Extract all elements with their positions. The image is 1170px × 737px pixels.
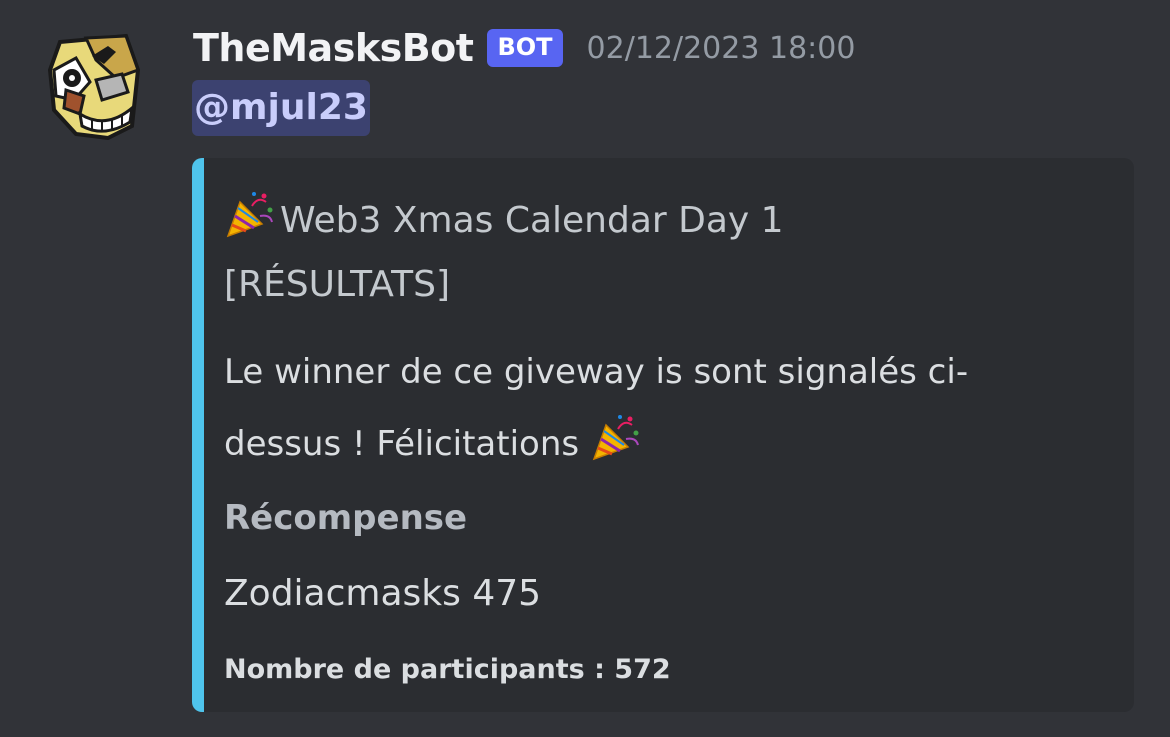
embed-field-value: Zodiacmasks 475 [224, 573, 542, 614]
message-header: TheMasksBot BOT 02/12/2023 18:00 [193, 22, 855, 74]
user-mention[interactable]: @mjul23 [192, 80, 370, 136]
author-username[interactable]: TheMasksBot [193, 26, 474, 70]
bot-avatar[interactable] [46, 30, 144, 141]
embed-title-text: Web3 Xmas Calendar Day 1 [RÉSULTATS] [224, 200, 784, 305]
embed-accent-bar [192, 158, 204, 712]
message-timestamp[interactable]: 02/12/2023 18:00 [587, 31, 856, 66]
chat-message: TheMasksBot BOT 02/12/2023 18:00 @mjul23… [0, 0, 1170, 737]
party-popper-icon [226, 192, 273, 238]
embed-description: Le winner de ce giveway is sont signalés… [224, 336, 1064, 480]
embed-title: Web3 Xmas Calendar Day 1 [RÉSULTATS] [224, 188, 884, 317]
embed-footer: Nombre de participants : 572 [224, 654, 671, 685]
rich-embed: Web3 Xmas Calendar Day 1 [RÉSULTATS] Le … [192, 158, 1134, 712]
bot-badge: BOT [487, 29, 563, 67]
embed-field-name: Récompense [224, 498, 468, 538]
party-popper-icon [592, 415, 639, 461]
